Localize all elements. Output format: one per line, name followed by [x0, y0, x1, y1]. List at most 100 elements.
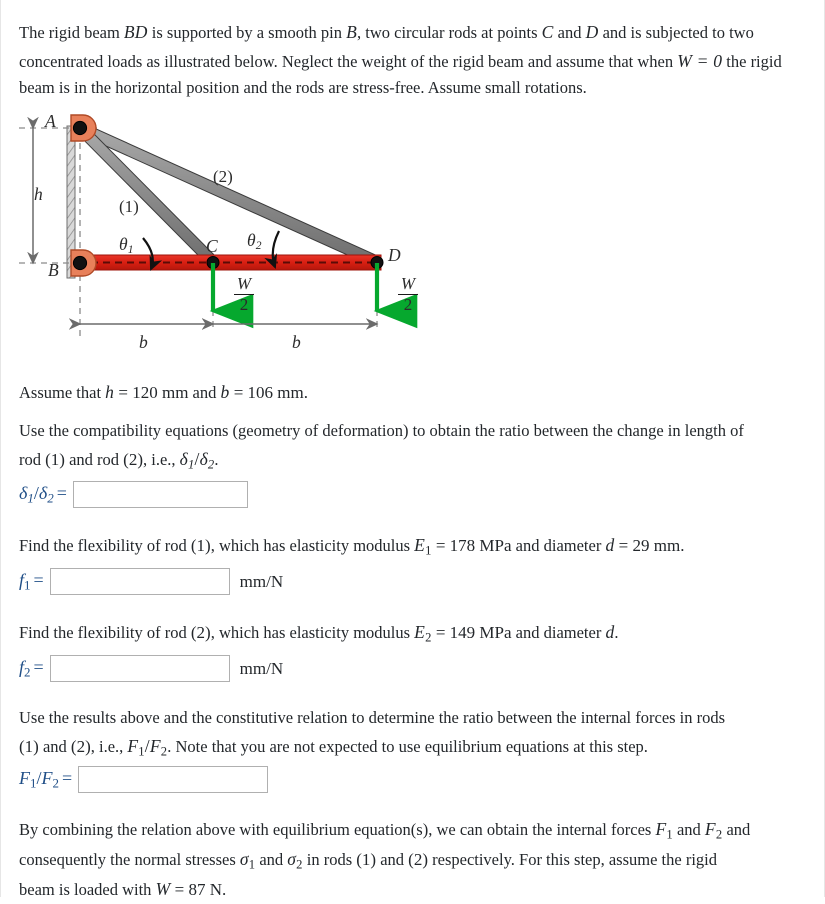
- beam-name: BD: [123, 22, 148, 42]
- q3-e-symbol: E2: [414, 622, 432, 645]
- q3-e-value: 149: [449, 623, 476, 642]
- q5-w-equals: =: [170, 879, 189, 899]
- f1-input[interactable]: [49, 568, 230, 595]
- q4-rod-2: (2): [70, 736, 91, 756]
- label-rod-2: (2): [213, 167, 233, 186]
- answer-row-f1: f1 = mm/N: [19, 568, 283, 595]
- f2-unit: mm/N: [239, 658, 284, 678]
- joint-b: [72, 255, 88, 271]
- q2-e-symbol: E1: [414, 535, 432, 558]
- pin-name: B: [346, 22, 357, 42]
- intro-text-1: The rigid beam: [19, 23, 124, 42]
- f2-label: f2 =: [19, 656, 44, 680]
- q5-line3-a: beam is loaded with: [19, 879, 156, 899]
- intro-text-4: and: [553, 23, 586, 42]
- q4-line2-c: , i.e.,: [90, 736, 128, 756]
- joint-a: [72, 120, 88, 136]
- q3-rod: (2): [190, 623, 211, 642]
- q5-f1: F1: [655, 819, 673, 842]
- point-c-ref: C: [541, 22, 554, 42]
- q2-d-equals: =: [614, 536, 633, 555]
- b-value: 106: [247, 383, 274, 402]
- closing-paragraph: By combining the relation above with equ…: [19, 815, 819, 904]
- label-point-b: B: [48, 260, 59, 280]
- question-4-text: Use the results above and the constituti…: [19, 705, 819, 762]
- load-label-c: W 2: [229, 275, 259, 314]
- label-span-b-1: b: [139, 332, 148, 352]
- q5-line1-a: By combining the relation above with equ…: [19, 820, 656, 839]
- q5-line2-a: consequently the normal stresses: [19, 849, 240, 869]
- q1-line2-b: and rod: [64, 449, 124, 469]
- q1-ratio-symbol: δ1/δ2: [179, 448, 215, 472]
- b-equals: =: [229, 383, 248, 402]
- h-symbol: h: [105, 382, 115, 402]
- f1-label: f1 =: [19, 569, 44, 593]
- h-equals: =: [114, 383, 133, 402]
- q2-e-equals: =: [431, 536, 450, 555]
- label-theta2: θ2: [247, 230, 262, 253]
- force-ratio-label: F1/F2 =: [19, 767, 73, 791]
- intro-text-3: , two circular rods at points: [357, 23, 542, 42]
- label-point-d: D: [388, 245, 401, 265]
- givens-prefix: Assume that: [19, 383, 106, 402]
- q5-w-symbol: W: [155, 878, 171, 899]
- h-value: 120: [132, 383, 158, 402]
- q5-sigma1: σ1: [239, 848, 256, 872]
- label-height-h: h: [34, 184, 43, 204]
- q1-rod-2: (2): [123, 449, 143, 469]
- answer-row-f2: f2 = mm/N: [19, 655, 283, 682]
- q3-text-d: .: [614, 623, 619, 642]
- h-unit: mm: [161, 383, 189, 402]
- q1-line2-c: , i.e.,: [142, 449, 180, 469]
- force-ratio-input[interactable]: [78, 766, 269, 793]
- label-span-b-2: b: [292, 332, 301, 352]
- q5-line2-b: and: [255, 849, 288, 869]
- f2-input[interactable]: [49, 655, 230, 682]
- q1-line2-d: .: [214, 449, 219, 469]
- point-d-ref: D: [585, 22, 599, 42]
- question-1-text: Use the compatibility equations (geometr…: [19, 418, 819, 475]
- q2-e-value: 178: [449, 536, 476, 555]
- q5-line1-c: and: [722, 820, 751, 839]
- q5-f2: F2: [704, 819, 723, 842]
- q5-line2-c: in rods: [302, 849, 357, 869]
- q3-text-b: , which has elasticity modulus: [210, 623, 415, 642]
- q5-line2-e: respectively. For this step, assume the …: [428, 849, 717, 869]
- problem-statement: The rigid beam BD is supported by a smoo…: [19, 18, 809, 102]
- label-rod-1: (1): [119, 197, 139, 216]
- label-theta1: θ1: [119, 234, 134, 257]
- question-2-text: Find the flexibility of rod (1), which h…: [19, 531, 819, 561]
- givens-and: and: [188, 383, 221, 402]
- label-point-c: C: [206, 236, 218, 256]
- q5-w-unit: N.: [209, 879, 227, 899]
- q2-e-unit: MPa: [479, 536, 512, 555]
- answer-row-force-ratio: F1/F2 =: [19, 766, 269, 793]
- answer-row-delta-ratio: δ1/δ2 =: [19, 481, 248, 508]
- q3-e-equals: =: [431, 623, 450, 642]
- q1-line1: Use the compatibility equations (geometr…: [19, 421, 744, 440]
- q4-line2-d: . Note that you are not expected to use …: [167, 736, 648, 756]
- q3-text-a: Find the flexibility of rod: [19, 623, 191, 642]
- q4-ratio-symbol: F1/F2: [127, 735, 168, 759]
- q4-line2-b: and: [38, 736, 71, 756]
- q4-line1: Use the results above and the constituti…: [19, 708, 726, 727]
- givens-line: Assume that h = 120 mm and b = 106 mm.: [19, 378, 819, 407]
- q2-text-a: Find the flexibility of rod: [19, 536, 191, 555]
- q1-rod-1: (1): [45, 449, 65, 469]
- q5-rod-1: (1): [356, 849, 377, 869]
- q5-sigma2: σ2: [287, 848, 303, 872]
- q2-d-value: 29: [632, 536, 650, 555]
- b-unit: mm.: [277, 383, 308, 402]
- q3-text-c: and diameter: [511, 623, 606, 642]
- delta-ratio-label: δ1/δ2 =: [19, 482, 67, 506]
- label-point-a: A: [45, 111, 56, 131]
- delta-ratio-input[interactable]: [72, 481, 248, 508]
- q1-line2-a: rod: [19, 449, 46, 469]
- q5-line1-b: and: [672, 820, 705, 839]
- q2-text-c: and diameter: [511, 536, 606, 555]
- problem-page: The rigid beam BD is supported by a smoo…: [0, 0, 825, 899]
- q2-d-unit: mm.: [653, 536, 685, 555]
- load-label-d: W 2: [393, 275, 423, 314]
- f1-unit: mm/N: [239, 571, 284, 591]
- question-3-text: Find the flexibility of rod (2), which h…: [19, 618, 819, 648]
